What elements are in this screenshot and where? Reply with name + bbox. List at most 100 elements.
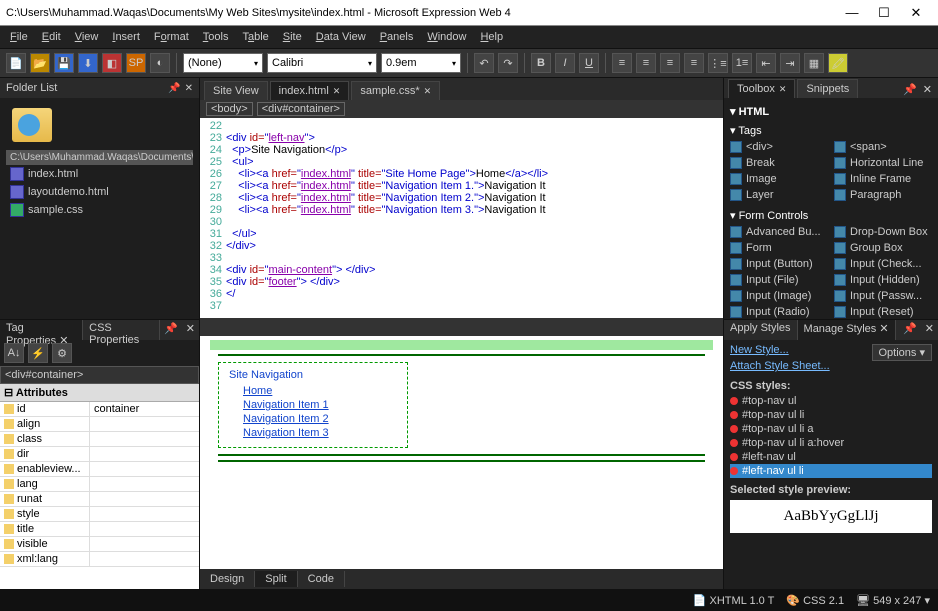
crumb-container[interactable]: <div#container> bbox=[257, 102, 345, 116]
sort-icon[interactable]: A↓ bbox=[4, 343, 24, 363]
site-folder-icon[interactable] bbox=[12, 108, 52, 142]
tab-css-properties[interactable]: CSS Properties bbox=[83, 320, 160, 340]
view-design[interactable]: Design bbox=[200, 571, 255, 587]
pin-icon[interactable]: 📌 bbox=[168, 83, 180, 94]
toolbox-item[interactable]: Input (Reset) bbox=[832, 305, 934, 319]
menu-table[interactable]: Table bbox=[236, 29, 274, 45]
attr-row[interactable]: xml:lang bbox=[0, 552, 199, 567]
menu-site[interactable]: Site bbox=[277, 29, 308, 45]
outdent-icon[interactable]: ⇤ bbox=[756, 53, 776, 73]
publish-icon[interactable]: ◐ bbox=[150, 53, 170, 73]
close-icon[interactable]: ✕ bbox=[879, 323, 888, 335]
status-size[interactable]: 🖥 549 x 247 ▾ bbox=[856, 594, 930, 607]
tab-manage-styles[interactable]: Manage Styles ✕ bbox=[798, 320, 896, 340]
close-icon[interactable]: ✕ bbox=[921, 320, 938, 340]
toolbox-item[interactable]: Inline Frame bbox=[832, 172, 934, 186]
size-select[interactable]: 0.9em▾ bbox=[381, 53, 461, 73]
toolbox-item[interactable]: Horizontal Line bbox=[832, 156, 934, 170]
highlight-icon[interactable]: 🖍 bbox=[828, 53, 848, 73]
preview-icon[interactable]: ◧ bbox=[102, 53, 122, 73]
toolbox-item[interactable]: <span> bbox=[832, 140, 934, 154]
events-icon[interactable]: ⚙ bbox=[52, 343, 72, 363]
close-icon[interactable]: ✕ bbox=[333, 86, 341, 97]
menu-file[interactable]: File bbox=[4, 29, 34, 45]
attr-row[interactable]: visible bbox=[0, 537, 199, 552]
underline-icon[interactable]: U bbox=[579, 53, 599, 73]
attr-row[interactable]: dir bbox=[0, 447, 199, 462]
attr-row[interactable]: title bbox=[0, 522, 199, 537]
toolbox-item[interactable]: Input (File) bbox=[728, 273, 830, 287]
toolbox-item[interactable]: Input (Radio) bbox=[728, 305, 830, 319]
file-item[interactable]: layoutdemo.html bbox=[6, 183, 193, 201]
css-rule[interactable]: #top-nav ul li a bbox=[730, 422, 932, 436]
code-lines[interactable]: <div id="left-nav"> <p>Site Navigation</… bbox=[226, 118, 723, 318]
filter-icon[interactable]: ⚡ bbox=[28, 343, 48, 363]
folder-path[interactable]: C:\Users\Muhammad.Waqas\Documents\M bbox=[6, 150, 193, 165]
borders-icon[interactable]: ▦ bbox=[804, 53, 824, 73]
align-right-icon[interactable]: ≡ bbox=[660, 53, 680, 73]
toolbox-item[interactable]: Advanced Bu... bbox=[728, 225, 830, 239]
minimize-button[interactable]: — bbox=[836, 3, 868, 23]
scrollbar-h[interactable] bbox=[200, 318, 723, 332]
close-icon[interactable]: ✕ bbox=[424, 86, 432, 97]
tag-selector[interactable]: <div#container> bbox=[0, 366, 199, 384]
options-button[interactable]: Options ▾ bbox=[872, 344, 933, 361]
design-preview[interactable]: Site Navigation Home Navigation Item 1 N… bbox=[200, 332, 723, 569]
toolbox-item[interactable]: Input (Hidden) bbox=[832, 273, 934, 287]
toolbox-item[interactable]: Input (Passw... bbox=[832, 289, 934, 303]
view-split[interactable]: Split bbox=[255, 571, 297, 587]
align-left-icon[interactable]: ≡ bbox=[612, 53, 632, 73]
toolbox-item[interactable]: Input (Button) bbox=[728, 257, 830, 271]
tab-tag-properties[interactable]: Tag Properties ✕ bbox=[0, 320, 83, 340]
close-icon[interactable]: ✕ bbox=[921, 81, 934, 98]
new-icon[interactable]: 📄 bbox=[6, 53, 26, 73]
maximize-button[interactable]: ☐ bbox=[868, 3, 900, 23]
undo-icon[interactable]: ↶ bbox=[474, 53, 494, 73]
menu-help[interactable]: Help bbox=[474, 29, 509, 45]
code-editor[interactable]: 22232425262728293031323334353637 <div id… bbox=[200, 118, 723, 318]
redo-icon[interactable]: ↷ bbox=[498, 53, 518, 73]
tab-toolbox[interactable]: Toolbox✕ bbox=[728, 79, 795, 98]
attach-sheet-link[interactable]: Attach Style Sheet... bbox=[730, 360, 830, 372]
close-icon[interactable]: ✕ bbox=[185, 83, 193, 94]
tab-site-view[interactable]: Site View bbox=[204, 81, 268, 100]
close-button[interactable]: ✕ bbox=[900, 3, 932, 23]
style-select[interactable]: (None)▾ bbox=[183, 53, 263, 73]
tab-snippets[interactable]: Snippets bbox=[797, 79, 858, 98]
menu-panels[interactable]: Panels bbox=[374, 29, 420, 45]
attr-row[interactable]: idcontainer bbox=[0, 402, 199, 417]
toolbox-item[interactable]: <div> bbox=[728, 140, 830, 154]
file-item[interactable]: index.html bbox=[6, 165, 193, 183]
bullets-icon[interactable]: ⋮≡ bbox=[708, 53, 728, 73]
nav-link[interactable]: Navigation Item 3 bbox=[243, 427, 397, 439]
toolbox-item[interactable]: Input (Check... bbox=[832, 257, 934, 271]
saveall-icon[interactable]: ⬇ bbox=[78, 53, 98, 73]
menu-edit[interactable]: Edit bbox=[36, 29, 67, 45]
status-css[interactable]: 🎨 CSS 2.1 bbox=[786, 594, 844, 607]
css-rule[interactable]: #left-nav ul li bbox=[730, 464, 932, 478]
pin-icon[interactable]: 📌 bbox=[901, 81, 919, 98]
nav-link[interactable]: Navigation Item 1 bbox=[243, 399, 397, 411]
menu-insert[interactable]: Insert bbox=[106, 29, 146, 45]
menu-format[interactable]: Format bbox=[148, 29, 195, 45]
close-icon[interactable]: ✕ bbox=[779, 84, 787, 95]
toolbox-item[interactable]: Paragraph bbox=[832, 188, 934, 202]
bold-icon[interactable]: B bbox=[531, 53, 551, 73]
menu-window[interactable]: Window bbox=[421, 29, 472, 45]
tab-sample-css[interactable]: sample.css*✕ bbox=[351, 81, 440, 100]
attr-row[interactable]: lang bbox=[0, 477, 199, 492]
toolbox-item[interactable]: Break bbox=[728, 156, 830, 170]
css-rule[interactable]: #top-nav ul li bbox=[730, 408, 932, 422]
menu-tools[interactable]: Tools bbox=[197, 29, 235, 45]
tab-apply-styles[interactable]: Apply Styles bbox=[724, 320, 798, 340]
css-rule[interactable]: #top-nav ul bbox=[730, 394, 932, 408]
css-rule[interactable]: #left-nav ul bbox=[730, 450, 932, 464]
font-select[interactable]: Calibri▾ bbox=[267, 53, 377, 73]
menu-view[interactable]: View bbox=[69, 29, 105, 45]
nav-link[interactable]: Navigation Item 2 bbox=[243, 413, 397, 425]
section-tags[interactable]: ▾ Tags bbox=[728, 121, 934, 140]
file-item[interactable]: sample.css bbox=[6, 201, 193, 219]
attr-row[interactable]: class bbox=[0, 432, 199, 447]
indent-icon[interactable]: ⇥ bbox=[780, 53, 800, 73]
superpreview-icon[interactable]: SP bbox=[126, 53, 146, 73]
